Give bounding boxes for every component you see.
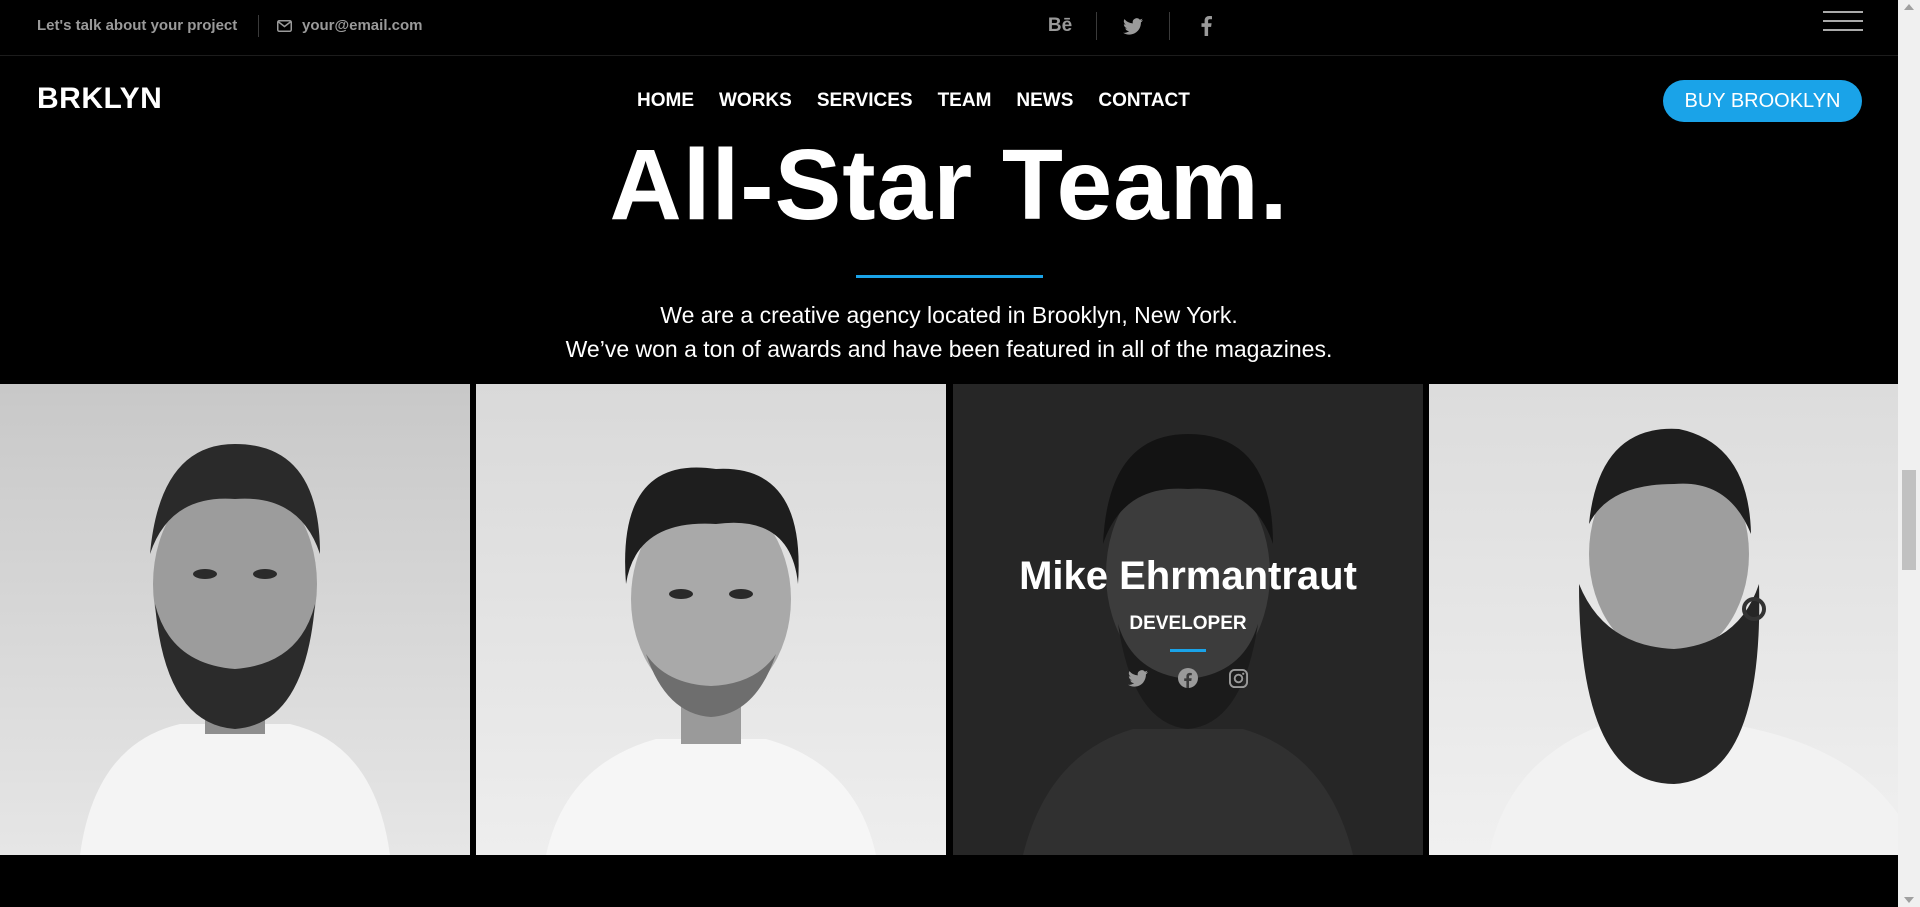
scroll-thumb[interactable] [1902,470,1916,570]
menu-icon[interactable] [1823,11,1863,33]
scroll-up-icon[interactable] [1904,4,1914,10]
team-member-card[interactable] [476,384,946,855]
member-photo [546,467,876,855]
facebook-icon[interactable] [1176,666,1200,690]
scroll-down-icon[interactable] [1904,897,1914,903]
nav-item-team[interactable]: TEAM [938,90,992,112]
member-social-links [953,666,1423,690]
member-divider [1170,649,1206,652]
social-links: Bē [1040,12,1226,40]
hero-description: We are a creative agency located in Broo… [0,298,1898,366]
behance-icon[interactable]: Bē [1040,12,1080,40]
member-photo [80,444,390,855]
twitter-icon[interactable] [1126,666,1150,690]
mail-icon [277,19,292,32]
hero-line-1: We are a creative agency located in Broo… [660,302,1238,328]
nav-item-services[interactable]: SERVICES [817,90,913,112]
facebook-icon[interactable] [1186,12,1226,40]
divider [1169,12,1170,40]
nav-item-contact[interactable]: CONTACT [1098,90,1189,112]
team-member-card[interactable] [1429,384,1898,855]
nav-item-works[interactable]: WORKS [719,90,792,112]
logo[interactable]: BRKLYN [37,82,162,116]
member-name: Mike Ehrmantraut [1019,554,1357,598]
email-link[interactable]: your@email.com [277,17,423,34]
title-underline [856,275,1043,278]
vertical-scrollbar[interactable] [1898,0,1920,907]
member-role: DEVELOPER [1129,613,1247,634]
twitter-icon[interactable] [1113,12,1153,40]
nav-item-news[interactable]: NEWS [1016,90,1073,112]
main-nav: HOME WORKS SERVICES TEAM NEWS CONTACT [637,90,1190,112]
team-member-card[interactable]: Mike Ehrmantraut DEVELOPER [953,384,1423,855]
team-member-card[interactable] [0,384,470,855]
top-bar: Let's talk about your project your@email… [0,0,1898,56]
instagram-icon[interactable] [1226,666,1250,690]
hero-line-2: We’ve won a ton of awards and have been … [565,336,1333,362]
member-photo [1489,428,1898,855]
team-grid: Mike Ehrmantraut DEVELOPER [0,384,1898,855]
buy-button[interactable]: BUY BROOKLYN [1663,80,1862,122]
email-text: your@email.com [302,17,423,34]
member-info: Mike Ehrmantraut DEVELOPER [953,554,1423,690]
tagline[interactable]: Let's talk about your project [37,17,237,34]
page-title: All-Star Team. [609,129,1289,241]
divider [1096,12,1097,40]
nav-item-home[interactable]: HOME [637,90,694,112]
divider [258,15,259,37]
